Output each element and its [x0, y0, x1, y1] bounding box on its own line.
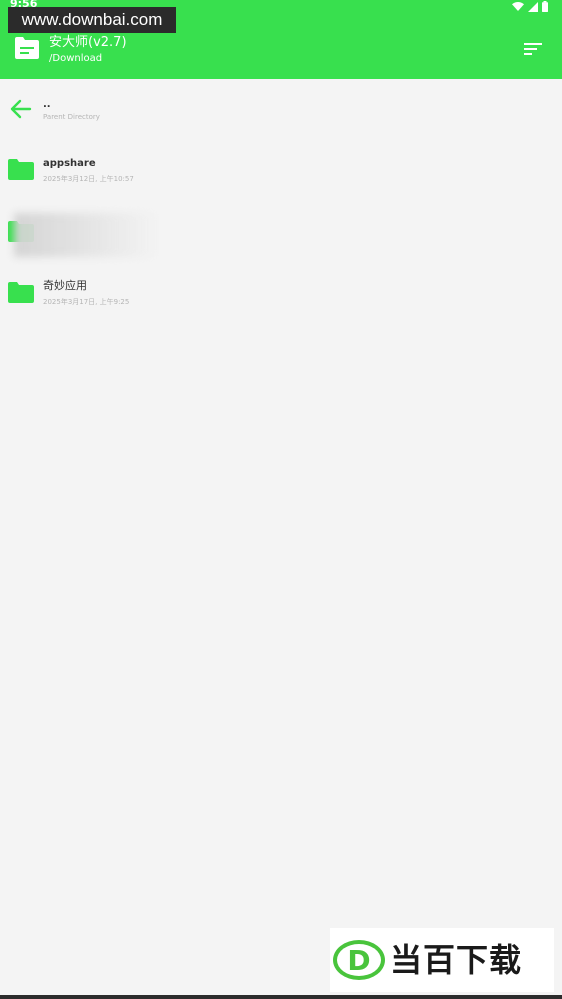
- list-item-folder[interactable]: 奇妙应用 2025年3月17日, 上午9:25: [0, 273, 562, 319]
- current-path: /Download: [49, 53, 103, 64]
- list-item-folder[interactable]: appshare 2025年3月12日, 上午10:57: [0, 150, 562, 196]
- list-item-name: 奇妙应用: [43, 279, 87, 292]
- folder-icon: [8, 159, 34, 180]
- brand-logo: D 当百下载: [330, 928, 554, 992]
- list-item-meta: 2025年3月17日, 上午9:25: [43, 298, 130, 306]
- file-manager-screen: 9:56 安大师(v2.7) /Download www.downbai.com…: [0, 0, 562, 999]
- bottom-edge: [0, 995, 562, 999]
- blurred-region: [14, 213, 159, 257]
- svg-text:D: D: [347, 944, 370, 977]
- folder-icon: [8, 282, 34, 303]
- battery-icon: [542, 1, 548, 12]
- sort-icon: [524, 43, 542, 55]
- list-item-name: appshare: [43, 158, 96, 169]
- signal-icon: [528, 1, 538, 12]
- folder-document-icon: [15, 37, 39, 59]
- list-item-meta: Parent Directory: [43, 113, 100, 121]
- list-item-meta: 2025年3月12日, 上午10:57: [43, 175, 134, 183]
- list-item-parent-directory[interactable]: .. Parent Directory: [0, 88, 562, 134]
- brand-logo-text: 当百下载: [390, 941, 523, 979]
- list-item-name: ..: [43, 99, 51, 110]
- sort-button[interactable]: [518, 38, 548, 60]
- wifi-icon: [512, 1, 524, 11]
- app-title: 安大师(v2.7): [49, 35, 127, 50]
- arrow-left-icon: [10, 99, 32, 119]
- d-logo-icon: D: [333, 940, 385, 980]
- site-watermark: www.downbai.com: [8, 7, 176, 33]
- status-icons: [512, 1, 548, 12]
